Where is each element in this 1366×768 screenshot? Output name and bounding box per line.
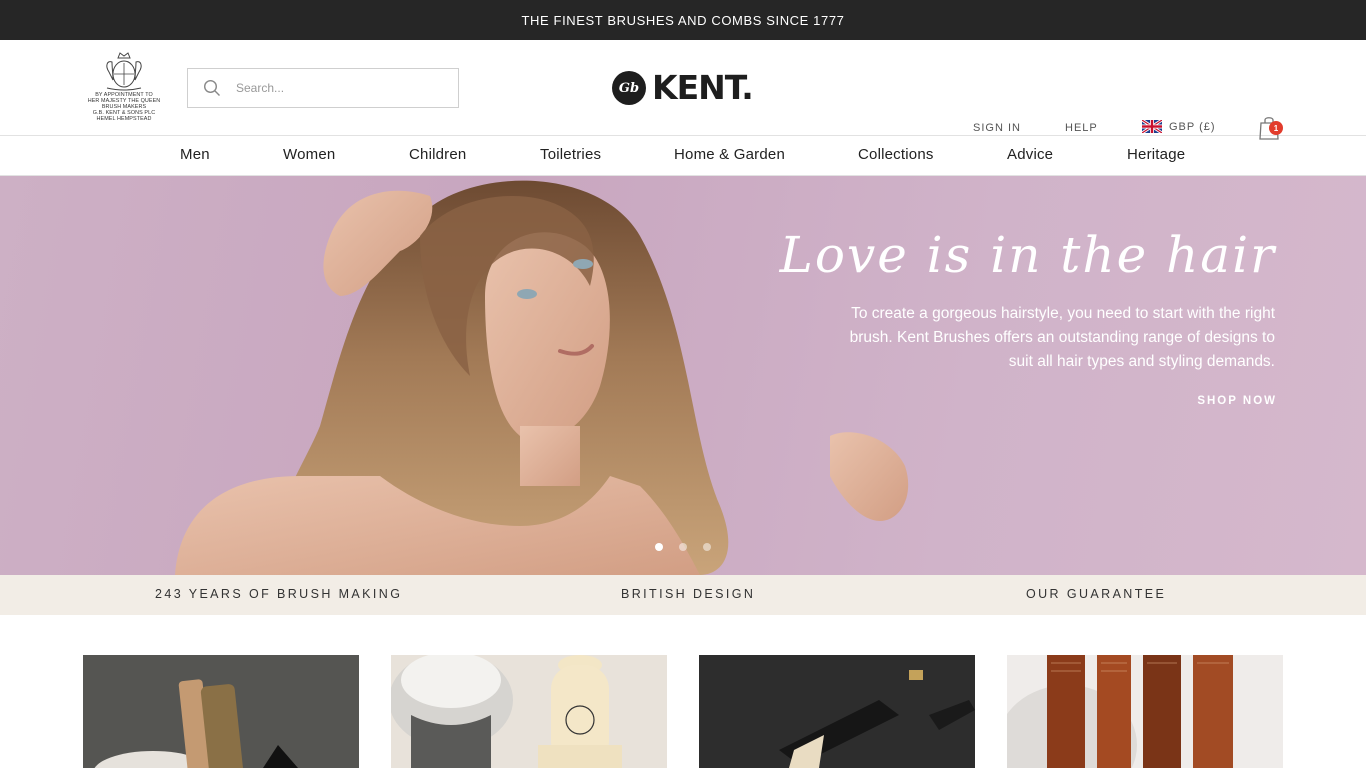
category-tile-combs[interactable] <box>1007 655 1283 768</box>
announcement-bar: THE FINEST BRUSHES AND COMBS SINCE 1777 <box>0 0 1366 40</box>
currency-label: GBP (£) <box>1169 120 1216 133</box>
sign-in-link[interactable]: SIGN IN <box>973 122 1021 134</box>
feature-brush-making[interactable]: 243 YEARS OF BRUSH MAKING <box>155 587 402 601</box>
royal-crest-icon <box>106 52 142 91</box>
cart-count-badge: 1 <box>1269 121 1283 135</box>
uk-flag-icon <box>1142 120 1162 133</box>
clothes-brush-image <box>699 655 975 768</box>
shop-now-link[interactable]: SHOP NOW <box>1197 395 1277 407</box>
help-link[interactable]: HELP <box>1065 122 1098 134</box>
nav-item-home-garden[interactable]: Home & Garden <box>674 146 785 163</box>
shoe-brush-image <box>83 655 359 768</box>
nav-item-heritage[interactable]: Heritage <box>1127 146 1185 163</box>
search-icon[interactable] <box>188 79 236 97</box>
nav-item-men[interactable]: Men <box>180 146 210 163</box>
logo-monogram: Gb <box>612 71 646 105</box>
category-tile-shoe-brushes[interactable] <box>83 655 359 768</box>
features-strip: 243 YEARS OF BRUSH MAKING BRITISH DESIGN… <box>0 575 1366 615</box>
royal-warrant: BY APPOINTMENT TO HER MAJESTY THE QUEEN … <box>86 50 162 122</box>
carousel-dots <box>655 543 711 551</box>
category-tile-clothes-brushes[interactable] <box>699 655 975 768</box>
nav-item-women[interactable]: Women <box>283 146 335 163</box>
search-box[interactable] <box>187 68 459 108</box>
nav-item-toiletries[interactable]: Toiletries <box>540 146 601 163</box>
feature-british-design[interactable]: BRITISH DESIGN <box>621 587 755 601</box>
nav-item-advice[interactable]: Advice <box>1007 146 1053 163</box>
combs-image <box>1007 655 1283 768</box>
category-tile-shaving[interactable] <box>391 655 667 768</box>
currency-selector[interactable]: GBP (£) <box>1142 120 1216 133</box>
kent-logo[interactable]: Gb KENT. <box>612 68 754 107</box>
warrant-line: HEMEL HEMPSTEAD <box>96 116 152 122</box>
search-input[interactable] <box>236 81 436 95</box>
category-tiles <box>0 615 1366 768</box>
main-navigation: Men Women Children Toiletries Home & Gar… <box>0 136 1366 176</box>
feature-guarantee[interactable]: OUR GUARANTEE <box>1026 587 1166 601</box>
carousel-dot[interactable] <box>703 543 711 551</box>
site-header: BY APPOINTMENT TO HER MAJESTY THE QUEEN … <box>0 40 1366 140</box>
carousel-dot[interactable] <box>679 543 687 551</box>
hero-title: Love is in the hair <box>779 226 1276 284</box>
shaving-brush-image <box>391 655 667 768</box>
carousel-dot[interactable] <box>655 543 663 551</box>
nav-item-collections[interactable]: Collections <box>858 146 934 163</box>
nav-item-children[interactable]: Children <box>409 146 466 163</box>
logo-wordmark: KENT. <box>652 68 754 107</box>
hero-description: To create a gorgeous hairstyle, you need… <box>849 305 1275 370</box>
announcement-text: THE FINEST BRUSHES AND COMBS SINCE 1777 <box>521 12 845 28</box>
hero-banner[interactable]: Love is in the hair To create a gorgeous… <box>0 176 1366 575</box>
warrant-text: BY APPOINTMENT TO HER MAJESTY THE QUEEN … <box>86 92 162 122</box>
